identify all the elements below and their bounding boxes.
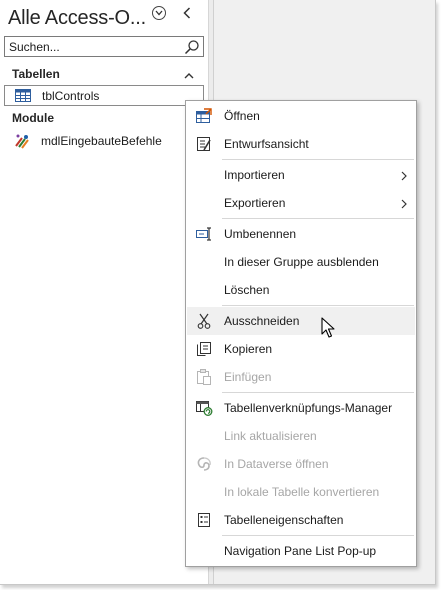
linked-table-manager-icon xyxy=(195,399,213,417)
nav-item-label: mdlEingebauteBefehle xyxy=(41,133,162,148)
menu-item-label: Umbenennen xyxy=(224,227,297,241)
nav-item-tblcontrols[interactable]: tblControls xyxy=(4,85,204,106)
open-table-icon xyxy=(195,107,213,125)
search-icon[interactable] xyxy=(184,39,200,55)
menu-separator xyxy=(222,218,414,219)
menu-separator xyxy=(222,305,414,306)
menu-item-link-aktualisieren: Link aktualisieren xyxy=(187,422,415,450)
collapse-pane-icon[interactable] xyxy=(180,5,194,21)
menu-separator xyxy=(222,159,414,160)
menu-item-label: In Dataverse öffnen xyxy=(224,457,329,471)
group-label: Tabellen xyxy=(12,66,60,81)
menu-item-label: Kopieren xyxy=(224,342,273,356)
navigation-pane: Alle Access-O... Tabellen xyxy=(0,0,208,584)
module-icon xyxy=(13,133,31,149)
menu-item-label: Exportieren xyxy=(224,196,286,210)
menu-item-label: In lokale Tabelle konvertieren xyxy=(224,485,380,499)
copy-icon xyxy=(195,340,213,358)
menu-item-label: Navigation Pane List Pop-up xyxy=(224,544,377,558)
menu-item-exportieren[interactable]: Exportieren xyxy=(187,189,415,217)
menu-item-loeschen[interactable]: Löschen xyxy=(187,276,415,304)
menu-item-kopieren[interactable]: Kopieren xyxy=(187,335,415,363)
menu-item-entwurfsansicht[interactable]: Entwurfsansicht xyxy=(187,130,415,158)
rename-icon xyxy=(195,225,213,243)
nav-item-mdleingebautebefehle[interactable]: mdlEingebauteBefehle xyxy=(4,130,204,151)
menu-item-navigation-pane-list-popup[interactable]: Navigation Pane List Pop-up xyxy=(187,537,415,565)
scissors-icon xyxy=(195,312,213,330)
menu-item-label: Öffnen xyxy=(224,109,260,123)
search-input[interactable] xyxy=(5,39,175,54)
chevron-down-icon[interactable] xyxy=(152,6,166,20)
menu-item-ausschneiden[interactable]: Ausschneiden xyxy=(187,307,415,335)
table-icon xyxy=(14,88,32,104)
chevron-right-icon xyxy=(401,198,407,212)
nav-item-label: tblControls xyxy=(42,88,100,103)
menu-item-label: Tabelleneigenschaften xyxy=(224,513,344,527)
chevron-right-icon xyxy=(401,170,407,184)
menu-item-label: Link aktualisieren xyxy=(224,429,317,443)
paste-icon xyxy=(195,368,213,386)
menu-item-label: Tabellenverknüpfungs-Manager xyxy=(224,401,393,415)
menu-separator xyxy=(222,392,414,393)
menu-item-label: Importieren xyxy=(224,168,285,182)
menu-item-oeffnen[interactable]: Öffnen xyxy=(187,102,415,130)
nav-pane-header: Alle Access-O... xyxy=(8,4,204,32)
nav-pane-title[interactable]: Alle Access-O... xyxy=(8,7,146,30)
menu-item-in-dataverse-oeffnen: In Dataverse öffnen xyxy=(187,450,415,478)
menu-item-in-lokale-tabelle-konvertieren: In lokale Tabelle konvertieren xyxy=(187,478,415,506)
menu-item-umbenennen[interactable]: Umbenennen xyxy=(187,220,415,248)
menu-item-tabellenverknuepfungs-manager[interactable]: Tabellenverknüpfungs-Manager xyxy=(187,394,415,422)
menu-item-label: In dieser Gruppe ausblenden xyxy=(224,255,379,269)
group-header-module[interactable]: Module xyxy=(0,108,208,127)
menu-item-importieren[interactable]: Importieren xyxy=(187,161,415,189)
group-label: Module xyxy=(12,110,54,125)
chevron-up-icon[interactable] xyxy=(184,68,194,82)
menu-item-in-gruppe-ausblenden[interactable]: In dieser Gruppe ausblenden xyxy=(187,248,415,276)
mouse-pointer-icon xyxy=(321,317,335,338)
menu-item-label: Entwurfsansicht xyxy=(224,137,309,151)
menu-item-einfuegen: Einfügen xyxy=(187,363,415,391)
design-view-icon xyxy=(195,135,213,153)
menu-item-label: Einfügen xyxy=(224,370,272,384)
menu-item-tabelleneigenschaften[interactable]: Tabelleneigenschaften xyxy=(187,506,415,534)
group-header-tabellen[interactable]: Tabellen xyxy=(0,64,208,83)
search-box xyxy=(4,36,204,57)
menu-item-label: Ausschneiden xyxy=(224,314,300,328)
menu-item-label: Löschen xyxy=(224,283,270,297)
menu-separator xyxy=(222,535,414,536)
dataverse-icon xyxy=(195,455,213,473)
context-menu: Öffnen Entwurfsansicht Importieren Expor… xyxy=(185,100,417,567)
table-properties-icon xyxy=(195,511,213,529)
